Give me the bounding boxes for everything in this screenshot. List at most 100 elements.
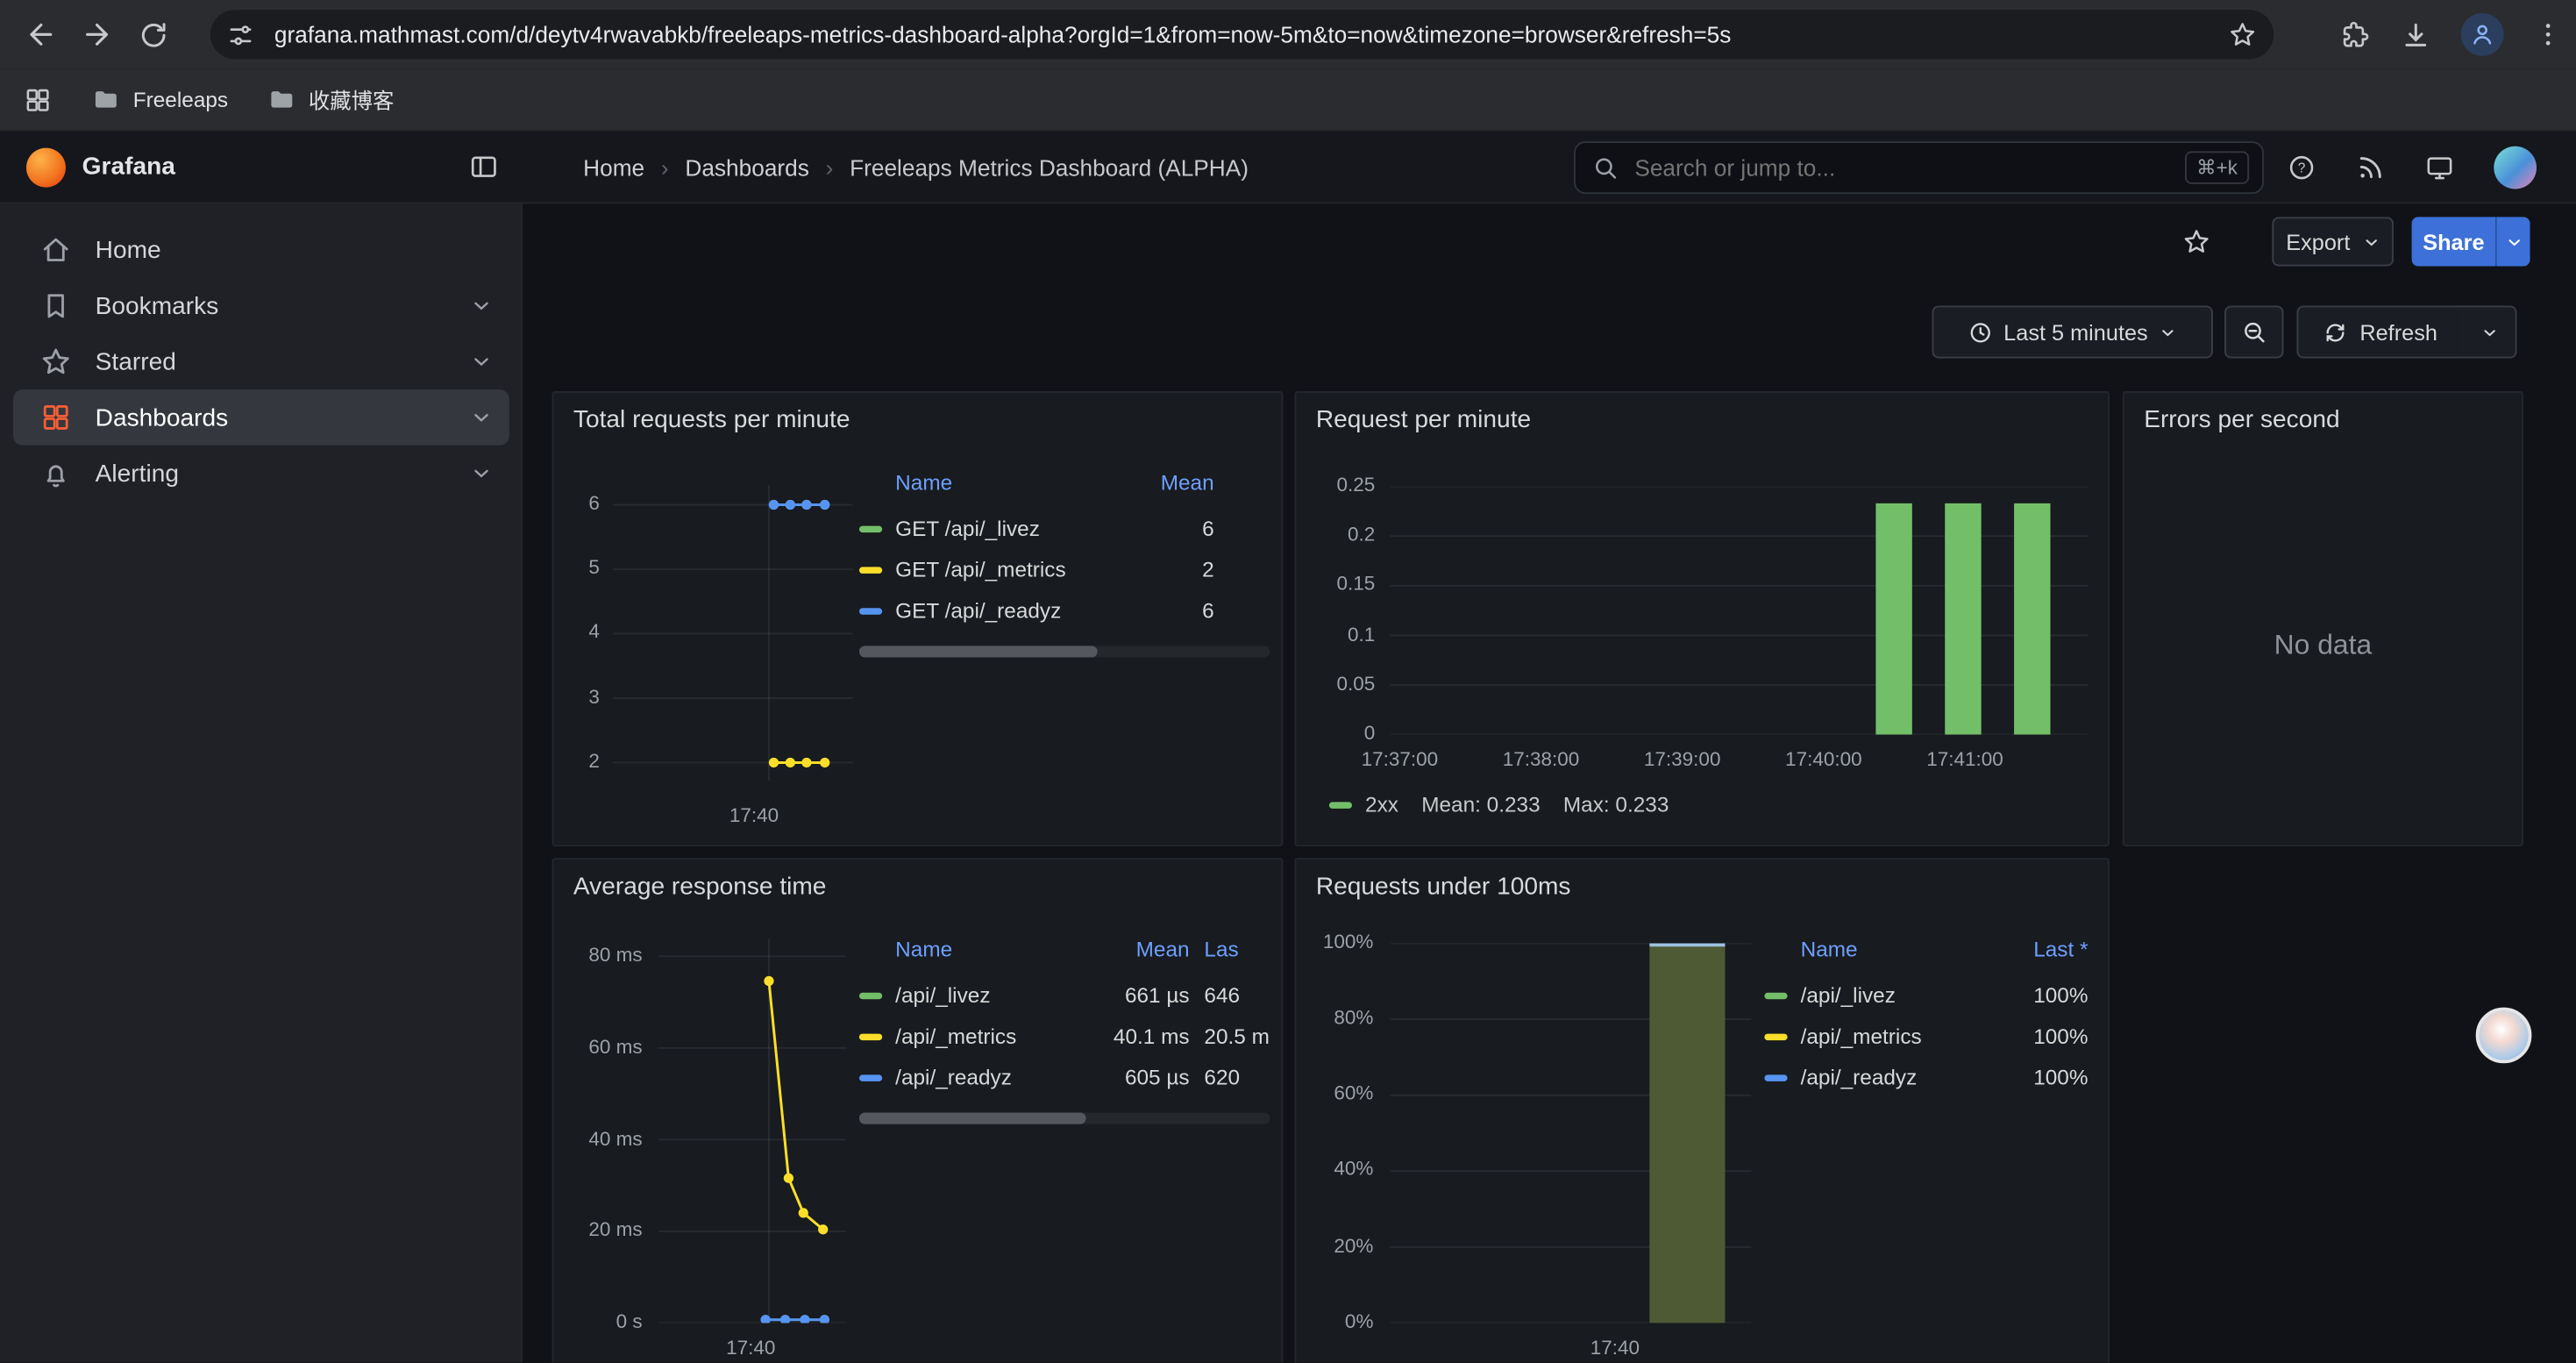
url-bar[interactable]	[210, 10, 2274, 59]
dock-menu-icon[interactable]	[468, 151, 500, 182]
search-icon	[1592, 154, 1619, 181]
legend-header-name[interactable]: Name	[895, 469, 1142, 494]
breadcrumb-separator: ›	[661, 153, 669, 180]
x-tick: 17:40	[688, 803, 820, 826]
sidebar-item-dashboards[interactable]: Dashboards	[13, 389, 509, 446]
display-icon[interactable]	[2425, 153, 2455, 182]
grafana-brand[interactable]: Grafana	[82, 153, 468, 181]
chevron-down-icon[interactable]	[470, 462, 493, 485]
y-tick: 0.1	[1309, 623, 1375, 646]
refresh-button[interactable]: Refresh	[2296, 306, 2464, 359]
series-mean: 605 µs	[1094, 1065, 1190, 1089]
extensions-icon[interactable]	[2339, 19, 2371, 51]
series-name[interactable]: /api/_metrics	[895, 1024, 1094, 1048]
sidebar-item-home[interactable]: Home	[13, 222, 509, 278]
export-button[interactable]: Export	[2272, 217, 2394, 266]
legend-header-mean[interactable]: Mean	[1142, 469, 1213, 494]
series-name[interactable]: /api/_metrics	[1801, 1024, 2010, 1048]
series-mean: 6	[1142, 516, 1213, 540]
legend-row: /api/_livez 100%	[1764, 974, 2088, 1016]
y-tick: 100%	[1303, 931, 1374, 953]
forward-button[interactable]	[69, 6, 125, 62]
y-tick: 20%	[1303, 1234, 1374, 1257]
series-name[interactable]: /api/_readyz	[895, 1065, 1094, 1089]
chevron-down-icon[interactable]	[470, 294, 493, 317]
bookmark-folder-label: 收藏博客	[309, 84, 394, 116]
search-box[interactable]: ⌘+k	[1574, 141, 2264, 194]
url-input[interactable]	[271, 19, 2228, 49]
legend: 2xx Mean: 0.233 Max: 0.233	[1329, 792, 1669, 817]
refresh-interval-button[interactable]	[2463, 306, 2517, 359]
search-input[interactable]	[1632, 153, 2185, 182]
share-menu-button[interactable]	[2495, 217, 2530, 266]
help-icon[interactable]: ?	[2287, 153, 2316, 182]
svg-text:?: ?	[2298, 161, 2306, 176]
legend-header-name[interactable]: Name	[895, 936, 1094, 960]
y-tick: 60%	[1303, 1081, 1374, 1104]
apps-grid-icon[interactable]	[23, 84, 53, 114]
browser-profile-button[interactable]	[2461, 13, 2504, 56]
y-tick: 80 ms	[566, 944, 642, 967]
legend-scrollbar[interactable]	[859, 646, 1270, 657]
bookmark-star-icon[interactable]	[2228, 19, 2258, 49]
legend-header-last[interactable]: Las	[1190, 936, 1270, 960]
panel-title[interactable]: Average response time	[573, 873, 827, 901]
scrollbar-thumb[interactable]	[859, 1113, 1085, 1124]
bookmark-folder-freeleaps[interactable]: Freeleaps	[92, 85, 228, 113]
floating-assistant-avatar[interactable]	[2476, 1008, 2532, 1064]
series-name[interactable]: /api/_readyz	[1801, 1065, 2010, 1089]
back-button[interactable]	[13, 6, 69, 62]
panel-title[interactable]: Errors per second	[2144, 406, 2339, 434]
breadcrumb-home[interactable]: Home	[583, 153, 644, 180]
series-name[interactable]: /api/_livez	[895, 982, 1094, 1007]
chevron-down-icon[interactable]	[470, 350, 493, 373]
share-button[interactable]: Share	[2412, 217, 2496, 266]
total-requests-chart[interactable]	[613, 485, 853, 781]
time-range-picker[interactable]: Last 5 minutes	[1932, 306, 2212, 359]
dashboard-canvas: Export Share Last 5 minutes Refresh Tota…	[523, 203, 2576, 1362]
time-range-label: Last 5 minutes	[2003, 319, 2148, 344]
download-icon[interactable]	[2401, 19, 2432, 51]
series-name[interactable]: /api/_livez	[1801, 982, 2010, 1007]
panel-title[interactable]: Total requests per minute	[573, 406, 850, 434]
zoom-out-button[interactable]	[2224, 306, 2283, 359]
browser-menu-icon[interactable]	[2533, 19, 2563, 49]
favorite-dashboard-icon[interactable]	[2181, 227, 2211, 257]
series-name[interactable]: GET /api/_readyz	[895, 598, 1142, 623]
sidebar-item-starred[interactable]: Starred	[13, 333, 509, 389]
avg-response-chart[interactable]	[658, 938, 846, 1323]
request-per-minute-chart[interactable]	[1390, 487, 2088, 735]
zoom-out-icon	[2241, 319, 2267, 346]
sidebar-item-alerting[interactable]: Alerting	[13, 446, 509, 502]
series-name[interactable]: GET /api/_livez	[895, 516, 1142, 540]
user-avatar[interactable]	[2494, 146, 2537, 189]
reload-button[interactable]	[125, 6, 181, 62]
legend-header-mean[interactable]: Mean	[1094, 936, 1190, 960]
legend-header-last[interactable]: Last *	[2010, 936, 2089, 960]
breadcrumb-dashboards[interactable]: Dashboards	[685, 153, 808, 180]
grafana-logo[interactable]	[26, 147, 66, 187]
scrollbar-thumb[interactable]	[859, 646, 1098, 657]
series-name[interactable]: GET /api/_metrics	[895, 557, 1142, 582]
legend-table: Name Mean GET /api/_livez 6 GET /api/_me…	[859, 465, 1270, 657]
sidebar-item-label: Starred	[96, 347, 176, 375]
chevron-down-icon[interactable]	[470, 406, 493, 429]
news-rss-icon[interactable]	[2356, 153, 2386, 182]
clock-icon	[1968, 319, 1992, 344]
panel-title[interactable]: Requests under 100ms	[1316, 873, 1571, 901]
series-last: 646	[1190, 982, 1270, 1007]
under-100ms-chart[interactable]	[1390, 944, 1751, 1324]
browser-actions	[2339, 0, 2563, 69]
legend-scrollbar[interactable]	[859, 1113, 1270, 1124]
legend-header-name[interactable]: Name	[1801, 936, 2010, 960]
y-tick: 80%	[1303, 1006, 1374, 1029]
sidebar-item-bookmarks[interactable]: Bookmarks	[13, 278, 509, 334]
sidebar-item-label: Alerting	[96, 460, 179, 488]
y-tick: 40%	[1303, 1157, 1374, 1180]
series-name[interactable]: 2xx	[1365, 792, 1398, 817]
x-tick: 17:39:00	[1617, 748, 1748, 771]
site-info-icon[interactable]	[227, 20, 255, 48]
panel-title[interactable]: Request per minute	[1316, 406, 1531, 434]
bookmark-folder-blogs[interactable]: 收藏博客	[267, 84, 394, 116]
chevron-down-icon	[2480, 323, 2498, 341]
